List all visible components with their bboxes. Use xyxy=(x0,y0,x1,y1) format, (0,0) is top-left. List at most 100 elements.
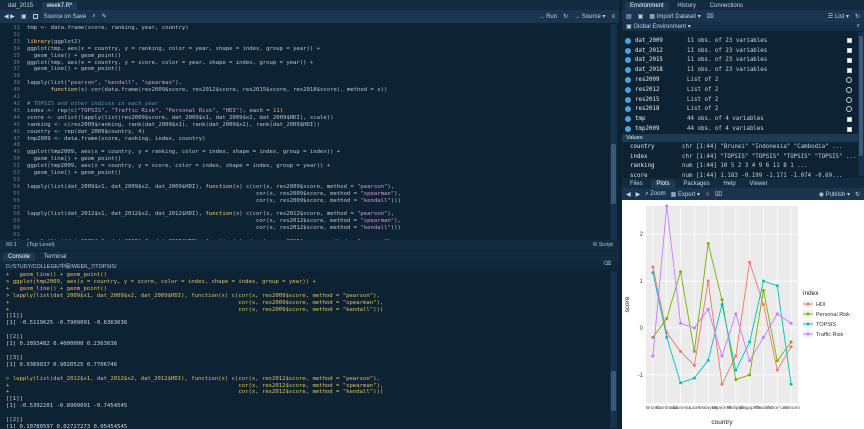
code-line[interactable]: geom_line() + geom_point() xyxy=(27,156,607,163)
code-line[interactable]: score <- unlist(lapply(list(res2009$scor… xyxy=(27,115,607,122)
tab-help[interactable]: Help xyxy=(718,180,740,188)
code-line[interactable]: geom_line() + geom_point() xyxy=(27,170,607,177)
working-directory[interactable]: D:/STUDY/COLLEGE/中级/WEEK_7/TOPSIS/ xyxy=(6,264,116,270)
env-object-row[interactable]: res2018 List of 2 xyxy=(622,105,858,115)
view-table-icon[interactable] xyxy=(847,48,852,54)
rerun-icon[interactable]: ↻ xyxy=(563,13,568,20)
code-line[interactable]: tmp2009 <- data.frame(score, ranking, in… xyxy=(27,136,607,143)
code-line[interactable]: lapply(list(dat_2012$x1, dat_2012$x2, da… xyxy=(27,211,607,218)
refresh-plot-icon[interactable]: ↻ xyxy=(855,191,860,198)
view-table-icon[interactable] xyxy=(847,126,852,132)
open-folder-icon[interactable]: ▤ xyxy=(626,13,632,20)
code-line[interactable] xyxy=(27,94,607,101)
refresh-env-icon[interactable]: ↻ xyxy=(855,13,860,20)
code-line[interactable]: geom_line() + geom_point() xyxy=(27,53,607,60)
console-scrollbar[interactable] xyxy=(610,271,617,428)
code-line[interactable]: geom_line() + geom_point() xyxy=(27,66,607,73)
zoom-button[interactable]: ⌕ Zoom xyxy=(645,191,665,198)
env-object-row[interactable]: res2012 List of 2 xyxy=(622,85,858,95)
env-scroll-thumb[interactable] xyxy=(859,36,863,156)
file-type-indicator[interactable]: R Script xyxy=(593,242,613,248)
source-button[interactable]: → Source ▾ xyxy=(574,13,605,20)
tab-files[interactable]: Files xyxy=(625,180,648,188)
view-table-icon[interactable] xyxy=(847,67,852,73)
code-line[interactable]: ggplot(tmp, aes(x = country, y = score, … xyxy=(27,60,607,67)
export-button[interactable]: ▦ Export ▾ xyxy=(671,191,700,198)
next-plot-icon[interactable]: ▶ xyxy=(636,191,641,198)
global-environment-dropdown[interactable]: ▣ Global Environment ▾ xyxy=(626,23,691,30)
import-dataset-button[interactable]: ▦ Import Dataset ▾ xyxy=(649,13,700,20)
editor-tab-week7[interactable]: week7.R* xyxy=(41,2,78,10)
view-search-icon[interactable] xyxy=(846,86,852,93)
code-line[interactable]: cor(x, res2012$score, method = "spearman… xyxy=(27,218,607,225)
console-output[interactable]: + geom_line() + geom_point() > ggplot(tmp… xyxy=(6,272,610,428)
prev-plot-icon[interactable]: ◀ xyxy=(626,191,631,198)
code-line[interactable] xyxy=(27,205,607,212)
tab-packages[interactable]: Packages xyxy=(678,180,714,188)
code-line[interactable]: library(ggplot2) xyxy=(27,39,607,46)
remove-plot-icon[interactable]: ✕ xyxy=(705,191,710,198)
tab-console[interactable]: Console xyxy=(3,253,36,261)
view-table-icon[interactable] xyxy=(847,116,852,122)
publish-button[interactable]: ◉ Publish ▾ xyxy=(819,191,850,198)
env-object-row[interactable]: dat_2015 11 obs. of 23 variables xyxy=(622,56,858,66)
view-search-icon[interactable] xyxy=(846,77,852,84)
env-object-row[interactable]: tmp 44 obs. of 4 variables xyxy=(622,114,858,124)
source-on-save-checkbox[interactable] xyxy=(32,14,38,19)
save-workspace-icon[interactable]: ▣ xyxy=(638,13,644,20)
run-button[interactable]: → Run xyxy=(538,14,557,20)
env-value-row[interactable]: country chr [1:44] "Brunei" "Indonesia" "… xyxy=(626,142,858,152)
code-line[interactable] xyxy=(27,142,607,149)
editor-scroll-thumb[interactable] xyxy=(611,144,616,204)
console-scroll-thumb[interactable] xyxy=(611,371,616,411)
env-object-row[interactable]: dat_2009 11 obs. of 23 variables xyxy=(622,36,858,46)
code-line[interactable] xyxy=(27,32,607,39)
scope-indicator[interactable]: (Top Level) xyxy=(27,242,55,248)
code-line[interactable]: lapply(list("pearson", "kendall", "spear… xyxy=(27,80,607,87)
env-value-row[interactable]: ranking num [1:44] 10 5 2 3 4 9 6 11 8 1 … xyxy=(626,162,858,172)
view-mode-dropdown[interactable]: ☰ List ▾ xyxy=(828,13,849,20)
code-line[interactable] xyxy=(27,73,607,80)
code-line[interactable]: ggplot(tmp, aes(x = country, y = ranking… xyxy=(27,46,607,53)
search-icon[interactable]: ⌕ xyxy=(92,13,95,20)
code-line[interactable]: tmp <- data.frame(score, ranking, year, … xyxy=(27,25,607,32)
tab-connections[interactable]: Connections xyxy=(705,2,748,10)
back-arrow-icon[interactable]: ◀ ▶ xyxy=(4,13,15,20)
editor-scrollbar[interactable] xyxy=(610,24,617,240)
code-line[interactable]: ranking <- c(res2009$ranking, rank(dat_2… xyxy=(27,122,607,129)
code-line[interactable]: index <- rep(c("TOPSIS", "Traffic Risk",… xyxy=(27,108,607,115)
tab-history[interactable]: History xyxy=(672,2,701,10)
code-line[interactable]: ggplot(tmp2009, aes(x = country, y = ran… xyxy=(27,149,607,156)
tab-terminal[interactable]: Terminal xyxy=(39,253,72,261)
code-line[interactable]: cor(x, res2012$score, method = "kendall"… xyxy=(27,225,607,232)
code-line[interactable]: ggplot(tmp2009, aes(x = country, y = sco… xyxy=(27,163,607,170)
tab-viewer[interactable]: Viewer xyxy=(744,180,772,188)
code-line[interactable]: country <- rep(dat_2009$country, 4) xyxy=(27,129,607,136)
env-object-row[interactable]: res2009 List of 2 xyxy=(622,75,858,85)
wand-icon[interactable]: ✎ xyxy=(102,13,107,20)
code-line[interactable] xyxy=(27,232,607,239)
view-search-icon[interactable] xyxy=(846,96,852,103)
code-area[interactable]: tmp <- data.frame(score, ranking, year, … xyxy=(27,25,607,240)
env-value-row[interactable]: index chr [1:44] "TOPSIS" "TOPSIS" "TOPSI… xyxy=(626,152,858,162)
code-line[interactable] xyxy=(27,177,607,184)
outline-icon[interactable]: ≡ xyxy=(611,14,615,20)
broom-icon[interactable]: ⌧ xyxy=(707,13,714,20)
env-search-icon[interactable]: ⌕ xyxy=(857,23,860,30)
view-table-icon[interactable] xyxy=(847,57,852,63)
code-line[interactable]: # TOPSIS and other indices in each year xyxy=(27,101,607,108)
code-line[interactable]: cor(x, res2009$score, method = "spearman… xyxy=(27,191,607,198)
code-line[interactable]: cor(x, res2009$score, method = "kendall"… xyxy=(27,198,607,205)
clear-plots-icon[interactable]: ⌧ xyxy=(715,191,722,198)
code-line[interactable]: function(x) cor(data.frame(res2009$score… xyxy=(27,87,607,94)
tab-plots[interactable]: Plots xyxy=(651,180,675,188)
view-search-icon[interactable] xyxy=(846,106,852,113)
tab-environment[interactable]: Environment xyxy=(625,2,669,10)
env-object-row[interactable]: dat_2018 11 obs. of 23 variables xyxy=(622,65,858,75)
env-object-row[interactable]: dat_2012 11 obs. of 23 variables xyxy=(622,46,858,56)
code-line[interactable]: lapply(list(dat_2009$x1, dat_2009$x2, da… xyxy=(27,184,607,191)
editor-tab-dat2015[interactable]: dat_2015 xyxy=(3,2,38,10)
view-table-icon[interactable] xyxy=(847,38,852,44)
env-scrollbar[interactable] xyxy=(858,32,864,176)
env-object-row[interactable]: tmp2009 44 obs. of 4 variables xyxy=(622,124,858,134)
